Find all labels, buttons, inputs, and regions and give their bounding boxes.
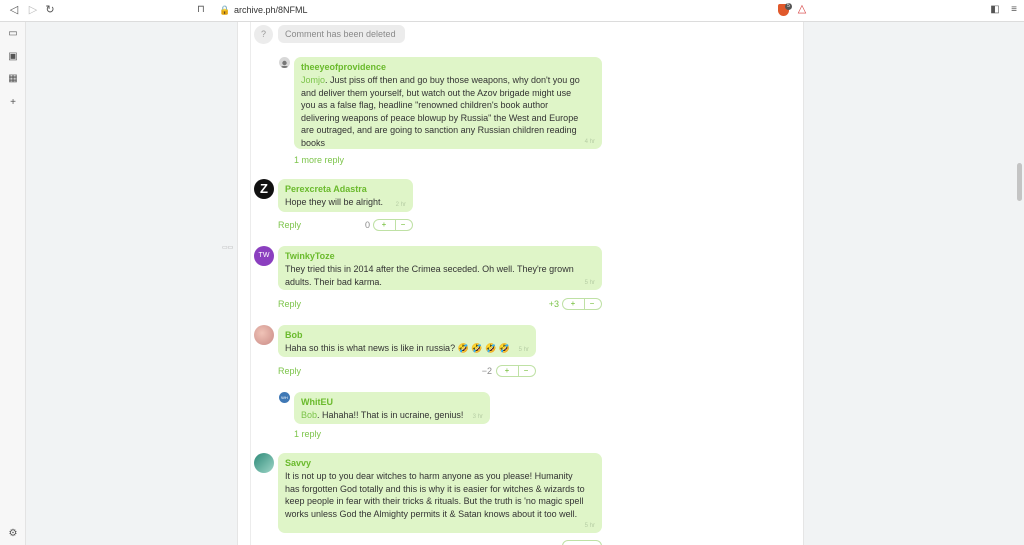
menu-icon[interactable]: ≡	[1008, 4, 1020, 16]
comment-bubble: theeyeofprovidence Jomjo. Just piss off …	[294, 57, 602, 149]
comment-bubble: TwinkyToze They tried this in 2014 after…	[278, 246, 602, 290]
vote-controls	[562, 540, 602, 545]
forward-icon[interactable]: ▷	[26, 3, 40, 17]
downvote-button[interactable]: −	[516, 366, 536, 376]
comment-time: 5 hr	[518, 347, 529, 353]
bookmark-icon[interactable]: ⊓	[197, 3, 207, 17]
scrollbar-thumb[interactable]	[1017, 163, 1022, 201]
bookmarks-icon[interactable]: ▣	[7, 51, 19, 63]
video-icon[interactable]: ▭	[7, 28, 19, 40]
deleted-comment: Comment has been deleted	[278, 25, 405, 43]
comment-bubble: WhitEU Bob. Hahaha!! That is in ucraine,…	[294, 392, 490, 424]
mention-link[interactable]: Jomjo	[301, 75, 325, 85]
address-bar[interactable]: 🔒 archive.ph/8NFML	[213, 2, 798, 19]
vote-score: +3	[548, 299, 559, 309]
reply-button[interactable]: Reply	[278, 365, 301, 377]
sidebar-toggle-icon[interactable]: ◧	[989, 4, 1001, 16]
comment-author[interactable]: theeyeofprovidence	[301, 61, 386, 73]
reading-list-icon[interactable]: ▦	[7, 73, 19, 85]
more-replies-link[interactable]: 1 more reply	[294, 154, 344, 166]
thread-line	[250, 22, 251, 545]
comment-time: 2 hr	[395, 202, 406, 208]
deleted-avatar: ?	[254, 25, 273, 44]
extension-badge: 5	[785, 3, 792, 10]
reload-icon[interactable]: ↻	[43, 3, 57, 17]
avatar[interactable]	[279, 57, 290, 68]
comment-time: 5 hr	[584, 280, 595, 286]
vote-controls: + −	[562, 298, 602, 310]
reply-button[interactable]: Reply	[278, 219, 301, 231]
browser-sidebar: ▭ ▣ ▦ + ⚙	[0, 22, 26, 545]
avatar[interactable]: WH	[279, 392, 290, 403]
replies-link[interactable]: 1 reply	[294, 428, 321, 440]
lock-icon: 🔒	[219, 5, 231, 15]
comment-author[interactable]: TwinkyToze	[285, 250, 335, 262]
settings-gear-icon[interactable]: ⚙	[7, 528, 19, 540]
downvote-button[interactable]: −	[582, 299, 602, 309]
comment-author[interactable]: WhitEU	[301, 396, 333, 408]
vote-controls: + −	[496, 365, 536, 377]
comment-text: Hope they will be alright.	[285, 197, 384, 207]
mention-link[interactable]: Bob	[301, 410, 317, 420]
comment-bubble: Savvy It is not up to you dear witches t…	[278, 453, 602, 533]
comment-author[interactable]: Bob	[285, 329, 303, 341]
upvote-button[interactable]: +	[497, 366, 517, 376]
comment-text: Haha so this is what news is like in rus…	[285, 343, 510, 353]
add-icon[interactable]: +	[7, 97, 19, 109]
vote-controls: + −	[373, 219, 413, 231]
comment-author[interactable]: Savvy	[285, 457, 311, 469]
avatar[interactable]: Z	[254, 179, 274, 199]
comment-bubble: Bob Haha so this is what news is like in…	[278, 325, 536, 357]
browser-toolbar: ◁ ▷ ↻ ⊓ 🔒 archive.ph/8NFML 5 △ ◧ ≡	[0, 0, 1024, 22]
url-text[interactable]: archive.ph/8NFML	[234, 4, 308, 17]
upvote-button[interactable]: +	[374, 220, 394, 230]
upvote-button[interactable]: +	[563, 299, 583, 309]
avatar[interactable]: TW	[254, 246, 274, 266]
comment-bubble: Perexcreta Adastra Hope they will be alr…	[278, 179, 413, 212]
back-icon[interactable]: ◁	[7, 3, 21, 17]
comment-text: Jomjo. Just piss off then and go buy tho…	[301, 75, 580, 148]
vote-score: 0	[364, 220, 370, 230]
collapse-marker-icon[interactable]: ▭▭	[222, 245, 234, 251]
comment-text: It is not up to you dear witches to harm…	[285, 471, 585, 519]
reply-button[interactable]: Reply	[278, 298, 301, 310]
avatar[interactable]	[254, 453, 274, 473]
downvote-button[interactable]: −	[393, 220, 413, 230]
rewards-triangle-icon[interactable]: △	[796, 3, 808, 15]
comment-text: They tried this in 2014 after the Crimea…	[285, 264, 574, 287]
comment-text: Bob. Hahaha!! That is in ucraine, genius…	[301, 410, 464, 420]
comment-time: 3 hr	[472, 414, 483, 420]
avatar[interactable]	[254, 325, 274, 345]
vote-score: −2	[481, 366, 492, 376]
comment-author[interactable]: Perexcreta Adastra	[285, 183, 367, 195]
comment-time: 5 hr	[584, 523, 595, 529]
comment-time: 4 hr	[584, 139, 595, 145]
